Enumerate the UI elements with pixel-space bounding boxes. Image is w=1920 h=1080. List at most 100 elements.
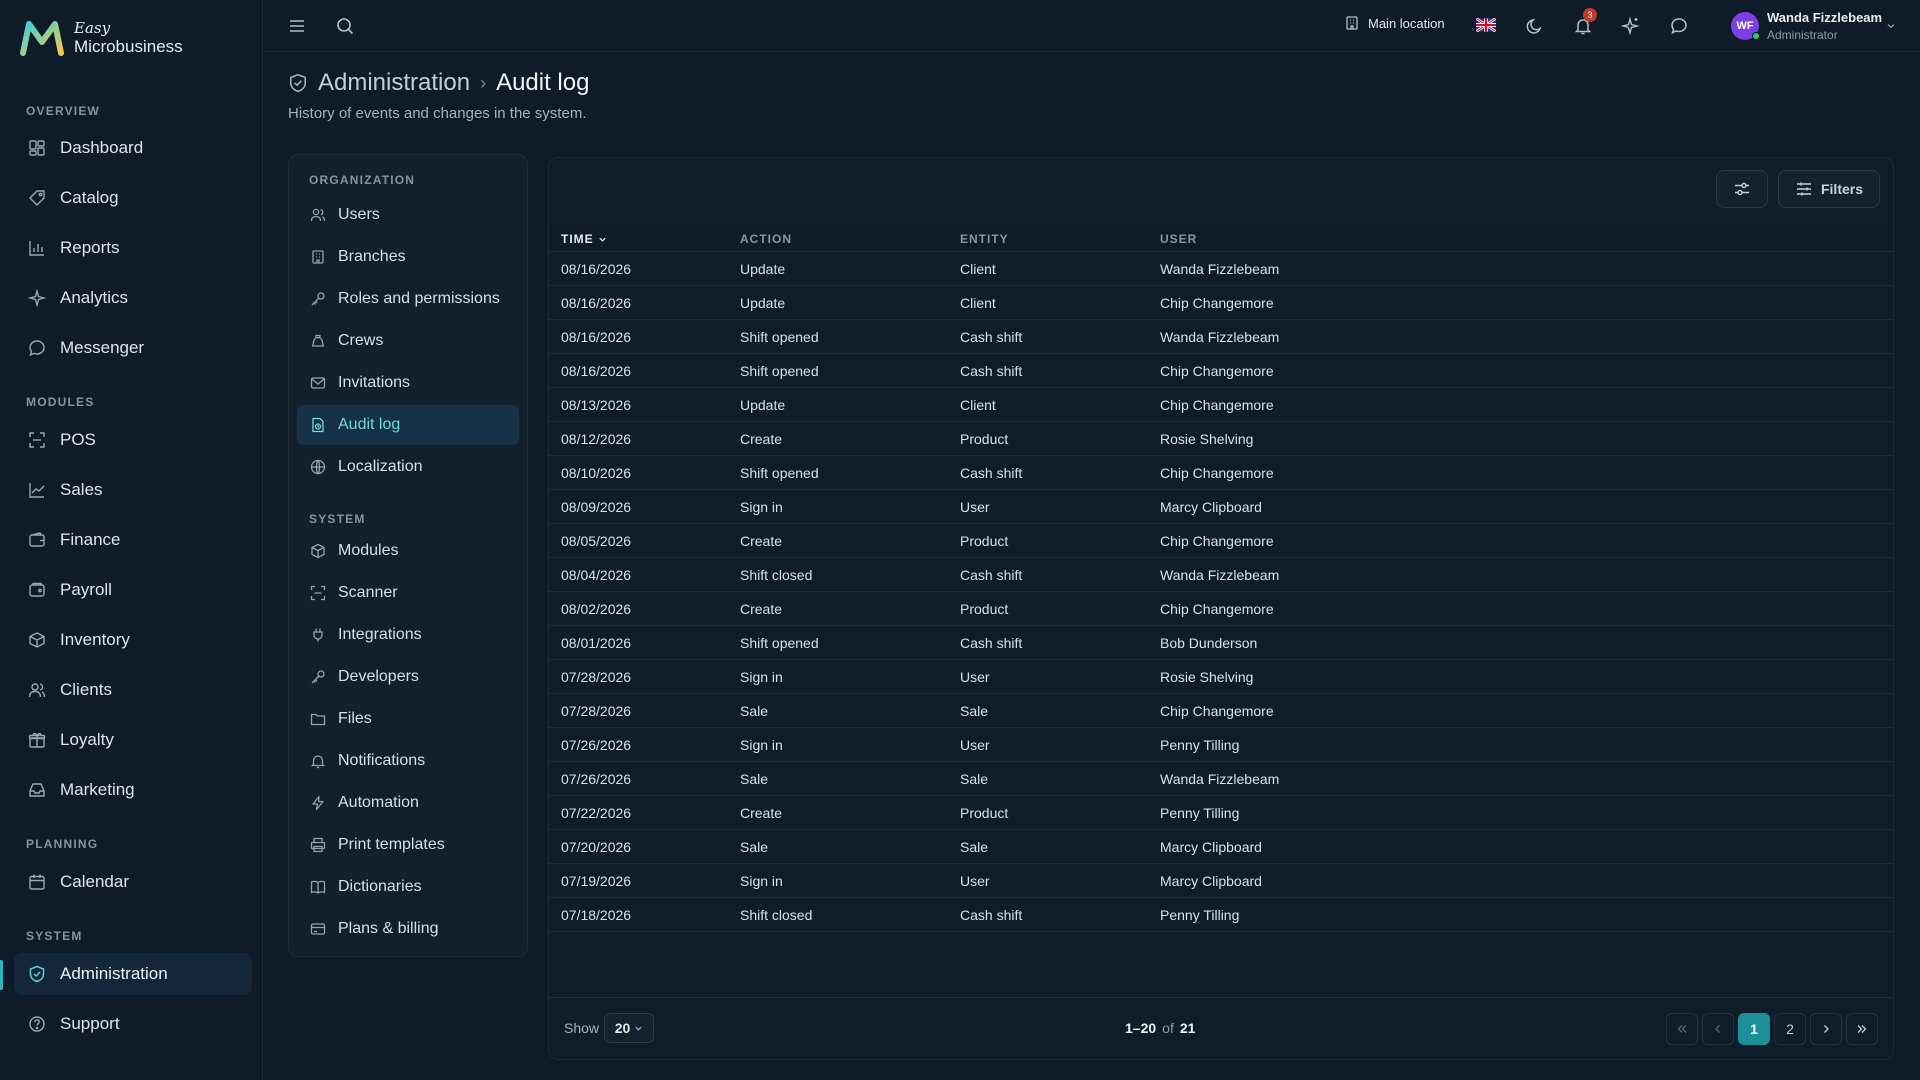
- cell-user: Penny Tilling: [1160, 805, 1240, 821]
- chat-icon[interactable]: [1669, 16, 1689, 36]
- audit-log-icon: [312, 417, 324, 433]
- column-header-entity[interactable]: ENTITY: [960, 232, 1009, 246]
- language-flag-icon[interactable]: [1476, 18, 1496, 32]
- nav-item-administration[interactable]: Administration: [14, 953, 252, 995]
- nav-item-marketing[interactable]: Marketing: [14, 769, 252, 811]
- subnav-item-users[interactable]: Users: [297, 195, 519, 235]
- table-row[interactable]: 07/26/2026 Sign in User Penny Tilling: [549, 728, 1893, 762]
- table-row[interactable]: 08/16/2026 Update Client Chip Changemore: [549, 286, 1893, 320]
- sparkle-icon[interactable]: [1621, 16, 1641, 36]
- chevron-down-icon[interactable]: [1886, 21, 1896, 31]
- filters-button[interactable]: Filters: [1778, 170, 1880, 208]
- subnav-section-organization: ORGANIZATION: [309, 173, 416, 187]
- table-row[interactable]: 07/28/2026 Sign in User Rosie Shelving: [549, 660, 1893, 694]
- table-row[interactable]: 07/18/2026 Shift closed Cash shift Penny Ti…: [549, 898, 1893, 932]
- next-page-button[interactable]: [1810, 1013, 1842, 1045]
- column-header-action[interactable]: ACTION: [740, 232, 792, 246]
- moon-icon[interactable]: [1525, 16, 1545, 36]
- main-sidebar: Easy Microbusiness OVERVIEW Dashboard Ca…: [0, 0, 263, 1080]
- nav-item-messenger[interactable]: Messenger: [14, 327, 252, 369]
- table-row[interactable]: 07/19/2026 Sign in User Marcy Clipboard: [549, 864, 1893, 898]
- page-button-2[interactable]: 2: [1774, 1013, 1806, 1045]
- notification-badge: 3: [1583, 8, 1597, 22]
- subnav-item-branches[interactable]: Branches: [297, 237, 519, 277]
- subnav-item-files[interactable]: Files: [297, 699, 519, 739]
- cell-action: Sign in: [740, 669, 783, 685]
- table-row[interactable]: 08/05/2026 Create Product Chip Changemore: [549, 524, 1893, 558]
- subnav-item-scanner[interactable]: Scanner: [297, 573, 519, 613]
- nav-item-reports[interactable]: Reports: [14, 227, 252, 269]
- nav-item-calendar[interactable]: Calendar: [14, 861, 252, 903]
- subnav-item-crews[interactable]: Crews: [297, 321, 519, 361]
- table-row[interactable]: 08/12/2026 Create Product Rosie Shelving: [549, 422, 1893, 456]
- column-header-time[interactable]: TIME: [561, 232, 607, 246]
- page-size-select[interactable]: 20: [604, 1013, 654, 1043]
- nav-item-payroll[interactable]: Payroll: [14, 569, 252, 611]
- subnav-item-developers[interactable]: Developers: [297, 657, 519, 697]
- table-row[interactable]: 08/09/2026 Sign in User Marcy Clipboard: [549, 490, 1893, 524]
- subnav-item-automation[interactable]: Automation: [297, 783, 519, 823]
- nav-item-sales[interactable]: Sales: [14, 469, 252, 511]
- table-row[interactable]: 08/16/2026 Shift opened Cash shift Wanda Fi…: [549, 320, 1893, 354]
- subnav-item-plans-billing[interactable]: Plans & billing: [297, 909, 519, 949]
- breadcrumb-parent[interactable]: Administration: [318, 69, 470, 97]
- nav-item-dashboard[interactable]: Dashboard: [14, 127, 252, 169]
- user-name[interactable]: Wanda Fizzlebeam: [1767, 10, 1882, 25]
- shield-icon: [29, 965, 45, 983]
- subnav-item-audit-log[interactable]: Audit log: [297, 405, 519, 445]
- cell-entity: Cash shift: [960, 363, 1023, 379]
- subnav-item-integrations[interactable]: Integrations: [297, 615, 519, 655]
- nav-item-loyalty[interactable]: Loyalty: [14, 719, 252, 761]
- table-row[interactable]: 08/10/2026 Shift opened Cash shift Chip Cha…: [549, 456, 1893, 490]
- table-footer: Show 20 1–20 of 21 1 2: [549, 997, 1893, 1059]
- nav-item-label: Reports: [60, 238, 120, 257]
- nav-item-catalog[interactable]: Catalog: [14, 177, 252, 219]
- column-header-label: TIME: [561, 232, 594, 246]
- cell-entity: User: [960, 873, 990, 889]
- menu-icon[interactable]: [287, 16, 307, 36]
- subnav-item-dictionaries[interactable]: Dictionaries: [297, 867, 519, 907]
- table-row[interactable]: 08/13/2026 Update Client Chip Changemore: [549, 388, 1893, 422]
- table-row[interactable]: 08/02/2026 Create Product Chip Changemore: [549, 592, 1893, 626]
- subnav-item-localization[interactable]: Localization: [297, 447, 519, 487]
- subnav-item-notifications[interactable]: Notifications: [297, 741, 519, 781]
- column-header-user[interactable]: USER: [1160, 232, 1197, 246]
- subnav-item-invitations[interactable]: Invitations: [297, 363, 519, 403]
- table-row[interactable]: 08/16/2026 Shift opened Cash shift Chip Cha…: [549, 354, 1893, 388]
- cell-time: 08/12/2026: [561, 431, 632, 447]
- location-selector[interactable]: Main location: [1344, 15, 1445, 31]
- nav-item-clients[interactable]: Clients: [14, 669, 252, 711]
- last-page-button[interactable]: [1846, 1013, 1878, 1045]
- cell-user: Chip Changemore: [1160, 601, 1274, 617]
- first-page-button[interactable]: [1666, 1013, 1698, 1045]
- clients-icon: [28, 683, 46, 698]
- subnav-item-roles[interactable]: Roles and permissions: [297, 279, 519, 319]
- nav-item-analytics[interactable]: Analytics: [14, 277, 252, 319]
- prev-page-button[interactable]: [1702, 1013, 1734, 1045]
- brand-logo[interactable]: Easy Microbusiness: [20, 20, 183, 56]
- page-button-1[interactable]: 1: [1738, 1013, 1770, 1045]
- subnav-label: Integrations: [338, 626, 422, 643]
- cell-user: Wanda Fizzlebeam: [1160, 567, 1280, 583]
- table-row[interactable]: 07/28/2026 Sale Sale Chip Changemore: [549, 694, 1893, 728]
- table-row[interactable]: 08/16/2026 Update Client Wanda Fizzlebeam: [549, 252, 1893, 286]
- table-row[interactable]: 08/01/2026 Shift opened Cash shift Bob Dund…: [549, 626, 1893, 660]
- nav-section-overview: OVERVIEW: [26, 104, 101, 118]
- table-row[interactable]: 08/04/2026 Shift closed Cash shift Wanda Fi…: [549, 558, 1893, 592]
- table-row[interactable]: 07/26/2026 Sale Sale Wanda Fizzlebeam: [549, 762, 1893, 796]
- cell-action: Create: [740, 533, 783, 549]
- subnav-label: Dictionaries: [338, 878, 422, 895]
- nav-item-support[interactable]: Support: [14, 1003, 252, 1045]
- subnav-item-print-templates[interactable]: Print templates: [297, 825, 519, 865]
- nav-item-pos[interactable]: POS: [14, 419, 252, 461]
- table-row[interactable]: 07/20/2026 Sale Sale Marcy Clipboard: [549, 830, 1893, 864]
- cell-entity: Sale: [960, 839, 989, 855]
- search-icon[interactable]: [335, 16, 355, 36]
- table-row[interactable]: 07/22/2026 Create Product Penny Tilling: [549, 796, 1893, 830]
- column-settings-button[interactable]: [1716, 170, 1768, 208]
- nav-item-finance[interactable]: Finance: [14, 519, 252, 561]
- cell-action: Create: [740, 431, 783, 447]
- subnav-item-modules[interactable]: Modules: [297, 531, 519, 571]
- nav-item-inventory[interactable]: Inventory: [14, 619, 252, 661]
- cell-time: 08/05/2026: [561, 533, 632, 549]
